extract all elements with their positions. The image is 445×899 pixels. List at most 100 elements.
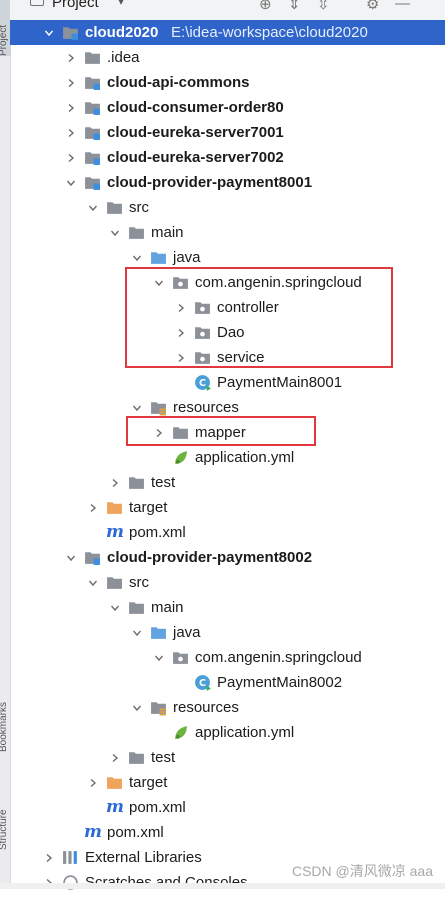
tree-row[interactable]: src xyxy=(10,195,445,220)
chevron-down-icon[interactable]: ▾ xyxy=(118,0,124,8)
tree-item-label: com.angenin.springcloud xyxy=(195,649,362,666)
tree-item-label: cloud-api-commons xyxy=(107,74,250,91)
spring-class-icon: C xyxy=(194,674,211,691)
horizontal-scrollbar[interactable] xyxy=(0,883,445,889)
chevron-right-icon[interactable] xyxy=(64,45,78,70)
tree-item-label: cloud-consumer-order80 xyxy=(107,99,284,116)
tree-row[interactable]: cloud-eureka-server7001 xyxy=(10,120,445,145)
chevron-right-icon[interactable] xyxy=(108,745,122,770)
tree-row[interactable]: m pom.xml xyxy=(10,820,445,845)
tree-row[interactable]: application.yml xyxy=(10,720,445,745)
tree-row[interactable]: target xyxy=(10,495,445,520)
tree-row[interactable]: cloud2020 E:\idea-workspace\cloud2020 xyxy=(10,20,445,45)
yaml-file-icon xyxy=(172,724,189,741)
tree-row[interactable]: cloud-provider-payment8002 xyxy=(10,545,445,570)
tree-item-label: cloud-provider-payment8001 xyxy=(107,174,313,191)
chevron-right-icon[interactable] xyxy=(108,470,122,495)
tree-item-label: test xyxy=(151,749,176,766)
tree-item-label: .idea xyxy=(107,49,140,66)
module-folder-icon xyxy=(84,549,101,566)
svg-text:C: C xyxy=(199,378,206,389)
tree-row[interactable]: main xyxy=(10,220,445,245)
chevron-down-icon[interactable] xyxy=(130,620,144,645)
chevron-down-icon[interactable] xyxy=(86,195,100,220)
chevron-down-icon[interactable] xyxy=(152,645,166,670)
tree-item-label: test xyxy=(151,474,176,491)
folder-icon xyxy=(128,224,145,241)
tree-item-label: target xyxy=(129,774,168,791)
tree-item-label: src xyxy=(129,574,149,591)
tree-row[interactable]: com.angenin.springcloud xyxy=(10,645,445,670)
resources-folder-icon xyxy=(150,699,167,716)
tree-row[interactable]: src xyxy=(10,570,445,595)
folder-icon xyxy=(106,574,123,591)
minimize-icon[interactable]: — xyxy=(395,0,410,12)
folder-icon xyxy=(128,599,145,616)
tree-row[interactable]: java xyxy=(10,620,445,645)
tree-row[interactable]: cloud-provider-payment8001 xyxy=(10,170,445,195)
collapse-all-icon[interactable]: ⇳ xyxy=(317,0,330,13)
tree-item-label: application.yml xyxy=(195,724,295,741)
maven-file-icon: m xyxy=(106,522,124,542)
tree-item-label: pom.xml xyxy=(129,799,186,816)
tree-row[interactable]: C PaymentMain8002 xyxy=(10,670,445,695)
tree-item-label: main xyxy=(151,599,184,616)
yaml-file-icon xyxy=(172,449,189,466)
package-icon xyxy=(172,649,189,666)
folder-icon xyxy=(128,474,145,491)
chevron-right-icon[interactable] xyxy=(86,495,100,520)
chevron-down-icon[interactable] xyxy=(130,695,144,720)
tree-item-label: cloud-provider-payment8002 xyxy=(107,549,313,566)
watermark: CSDN @清风微凉 aaa xyxy=(291,863,433,879)
tree-item-label: pom.xml xyxy=(107,824,164,841)
tree-row[interactable]: m pom.xml xyxy=(10,520,445,545)
tree-item-label: PaymentMain8002 xyxy=(217,674,343,691)
tree-row[interactable]: cloud-consumer-order80 xyxy=(10,95,445,120)
source-folder-icon xyxy=(150,624,167,641)
chevron-right-icon[interactable] xyxy=(42,845,56,870)
tree-row[interactable]: application.yml xyxy=(10,445,445,470)
tree-row[interactable]: main xyxy=(10,595,445,620)
module-folder-icon xyxy=(84,74,101,91)
tree-row[interactable]: resources xyxy=(10,695,445,720)
tree-row[interactable]: test xyxy=(10,745,445,770)
tree-row[interactable]: cloud-api-commons xyxy=(10,70,445,95)
tree-item-label: pom.xml xyxy=(129,524,186,541)
spring-class-icon: C xyxy=(194,374,211,391)
tree-row[interactable]: m pom.xml xyxy=(10,795,445,820)
chevron-right-icon[interactable] xyxy=(64,120,78,145)
tree-row[interactable]: C PaymentMain8001 xyxy=(10,370,445,395)
folder-icon xyxy=(106,199,123,216)
chevron-down-icon[interactable] xyxy=(64,545,78,570)
tree-row[interactable]: .idea xyxy=(10,45,445,70)
expand-all-icon[interactable]: ⇕ xyxy=(288,0,301,13)
module-folder-icon xyxy=(84,99,101,116)
excluded-folder-icon xyxy=(106,499,123,516)
chevron-right-icon[interactable] xyxy=(64,70,78,95)
maven-file-icon: m xyxy=(106,797,124,817)
chevron-down-icon[interactable] xyxy=(86,570,100,595)
gear-icon[interactable]: ⚙ xyxy=(366,0,379,13)
chevron-down-icon[interactable] xyxy=(42,20,56,45)
chevron-right-icon[interactable] xyxy=(86,770,100,795)
chevron-right-icon[interactable] xyxy=(64,145,78,170)
chevron-down-icon[interactable] xyxy=(108,220,122,245)
locate-icon[interactable]: ⊕ xyxy=(259,0,272,13)
project-view-selector[interactable]: Project xyxy=(52,0,99,11)
library-icon xyxy=(62,849,79,866)
tree-item-label: java xyxy=(173,624,201,641)
chevron-right-icon[interactable] xyxy=(64,95,78,120)
excluded-folder-icon xyxy=(106,774,123,791)
svg-text:C: C xyxy=(199,678,206,689)
tree-row[interactable]: target xyxy=(10,770,445,795)
highlight-box-packages xyxy=(125,267,393,368)
folder-icon xyxy=(128,749,145,766)
tree-item-label: resources xyxy=(173,699,239,716)
module-folder-icon xyxy=(84,149,101,166)
chevron-down-icon[interactable] xyxy=(64,170,78,195)
tree-row[interactable]: test xyxy=(10,470,445,495)
chevron-down-icon[interactable] xyxy=(108,595,122,620)
tree-row[interactable]: cloud-eureka-server7002 xyxy=(10,145,445,170)
tree-item-label: main xyxy=(151,224,184,241)
module-folder-icon xyxy=(84,124,101,141)
